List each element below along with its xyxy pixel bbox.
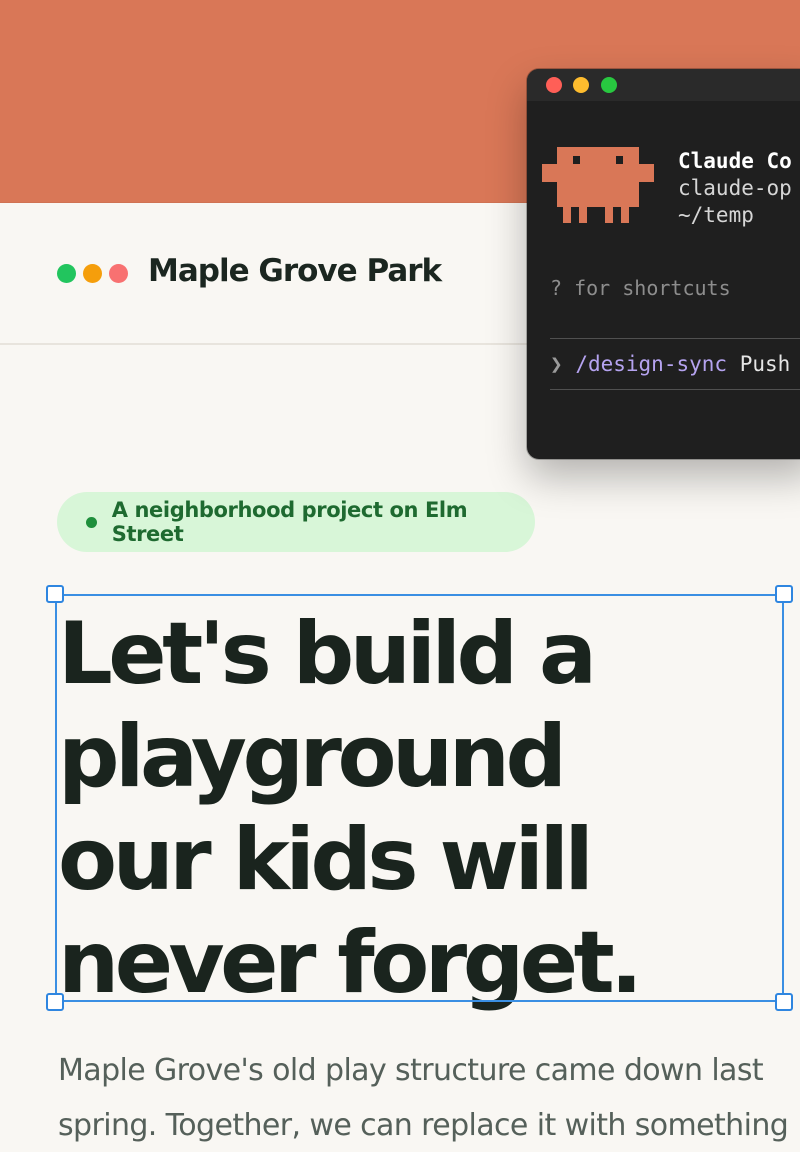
body-line: Maple Grove's old play structure came do…	[58, 1053, 764, 1088]
terminal-app-title: Claude Co	[678, 149, 792, 173]
prompt-chevron-icon: ❯	[550, 352, 563, 376]
terminal-window[interactable]: Claude Co claude-op ~/temp ? for shortcu…	[527, 69, 800, 459]
input-divider-bottom	[550, 389, 800, 390]
input-divider-top	[550, 338, 800, 339]
body-line: spring. Together, we can replace it with…	[58, 1108, 789, 1143]
command-input[interactable]: ❯ /design-sync Push	[550, 352, 790, 376]
close-window-button[interactable]	[546, 77, 562, 93]
command-argument: Push	[739, 352, 791, 376]
resize-handle-bottom-right[interactable]	[775, 993, 793, 1011]
resize-handle-top-left[interactable]	[46, 585, 64, 603]
neighborhood-badge: A neighborhood project on Elm Street	[57, 492, 535, 552]
badge-text: A neighborhood project on Elm Street	[111, 498, 468, 546]
resize-handle-bottom-left[interactable]	[46, 993, 64, 1011]
logo-dot-red	[109, 264, 128, 283]
claude-mascot-icon	[542, 147, 654, 223]
slash-command: /design-sync	[575, 352, 728, 376]
logo-dots	[57, 264, 128, 283]
resize-handle-top-right[interactable]	[775, 585, 793, 603]
logo-dot-green	[57, 264, 76, 283]
minimize-window-button[interactable]	[573, 77, 589, 93]
terminal-model-name: claude-op	[678, 176, 792, 200]
shortcuts-hint: ? for shortcuts	[550, 276, 731, 300]
status-dot-icon	[86, 516, 97, 528]
maximize-window-button[interactable]	[601, 77, 617, 93]
hero-body-text: Maple Grove's old play structure came do…	[58, 1043, 800, 1152]
terminal-titlebar[interactable]	[527, 69, 800, 101]
terminal-working-dir: ~/temp	[678, 203, 754, 227]
site-title[interactable]: Maple Grove Park	[148, 253, 442, 289]
selection-box[interactable]	[46, 585, 793, 1011]
logo-dot-orange	[83, 264, 102, 283]
